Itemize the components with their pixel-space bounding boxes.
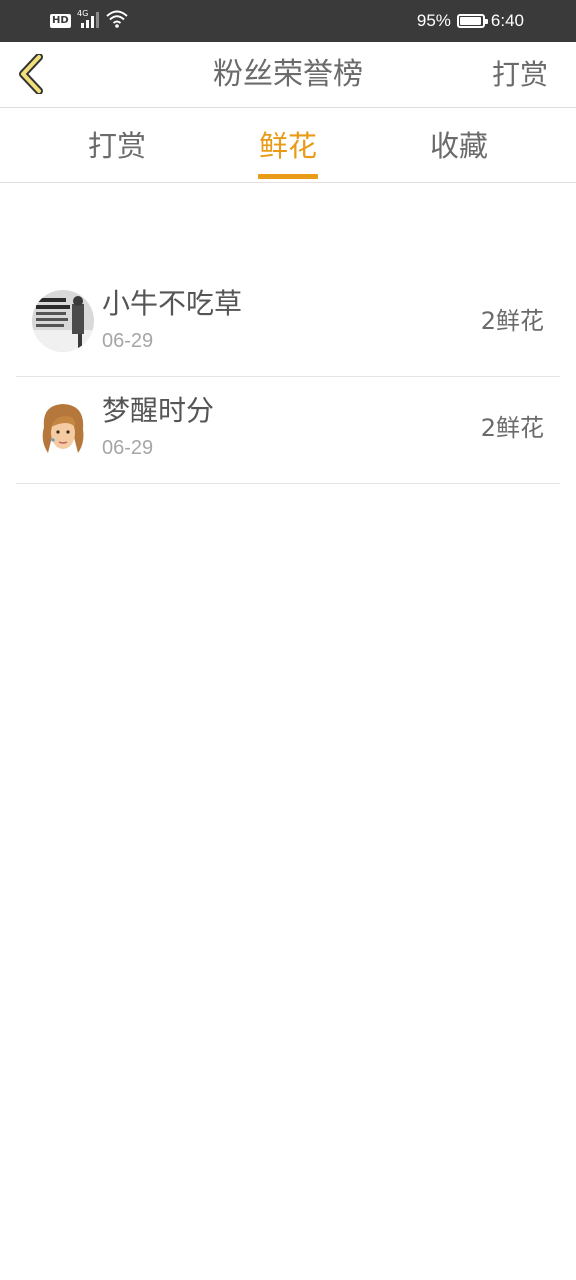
list-item[interactable]: 梦醒时分 06-29 2鲜花 bbox=[16, 377, 560, 484]
avatar[interactable] bbox=[32, 397, 94, 459]
tab-favorites[interactable]: 收藏 bbox=[363, 108, 555, 182]
status-left-icons: HD 4G bbox=[50, 8, 129, 34]
fan-date: 06-29 bbox=[102, 330, 154, 352]
status-right-icons: 95% 6:40 bbox=[417, 8, 524, 34]
tab-flowers[interactable]: 鲜花 bbox=[192, 108, 384, 182]
list-item[interactable]: 小牛不吃草 06-29 2鲜花 bbox=[16, 270, 560, 377]
reward-button[interactable]: 打赏 bbox=[492, 42, 548, 107]
page-title: 粉丝荣誉榜 bbox=[213, 57, 363, 92]
tab-reward[interactable]: 打赏 bbox=[21, 108, 213, 182]
avatar[interactable] bbox=[32, 290, 94, 352]
network-type-label: 4G bbox=[77, 9, 88, 18]
battery-percent: 95% bbox=[416, 11, 451, 30]
fan-date: 06-29 bbox=[102, 437, 154, 459]
tab-bar: 打赏 鲜花 收藏 bbox=[0, 108, 576, 183]
status-bar: HD 4G 95% 6:40 bbox=[0, 0, 576, 42]
flower-count: 2鲜花 bbox=[480, 414, 544, 442]
fan-list: 小牛不吃草 06-29 2鲜花 梦醒时分 06-29 2鲜花 bbox=[16, 270, 560, 484]
app-header: 粉丝荣誉榜 打赏 bbox=[0, 42, 576, 108]
tab-label: 鲜花 bbox=[258, 129, 317, 163]
fan-name: 小牛不吃草 bbox=[102, 287, 243, 320]
wifi-icon bbox=[105, 9, 129, 33]
tab-label: 收藏 bbox=[429, 129, 488, 163]
active-tab-indicator bbox=[258, 174, 318, 179]
fan-name: 梦醒时分 bbox=[102, 394, 215, 427]
hd-badge: HD bbox=[50, 14, 71, 28]
tab-label: 打赏 bbox=[87, 129, 146, 163]
flower-count: 2鲜花 bbox=[480, 307, 544, 335]
signal-icon: 4G bbox=[77, 9, 99, 33]
chevron-left-icon bbox=[19, 54, 43, 94]
battery-icon bbox=[456, 14, 488, 28]
back-button[interactable] bbox=[12, 52, 52, 96]
clock: 6:40 bbox=[490, 11, 524, 30]
